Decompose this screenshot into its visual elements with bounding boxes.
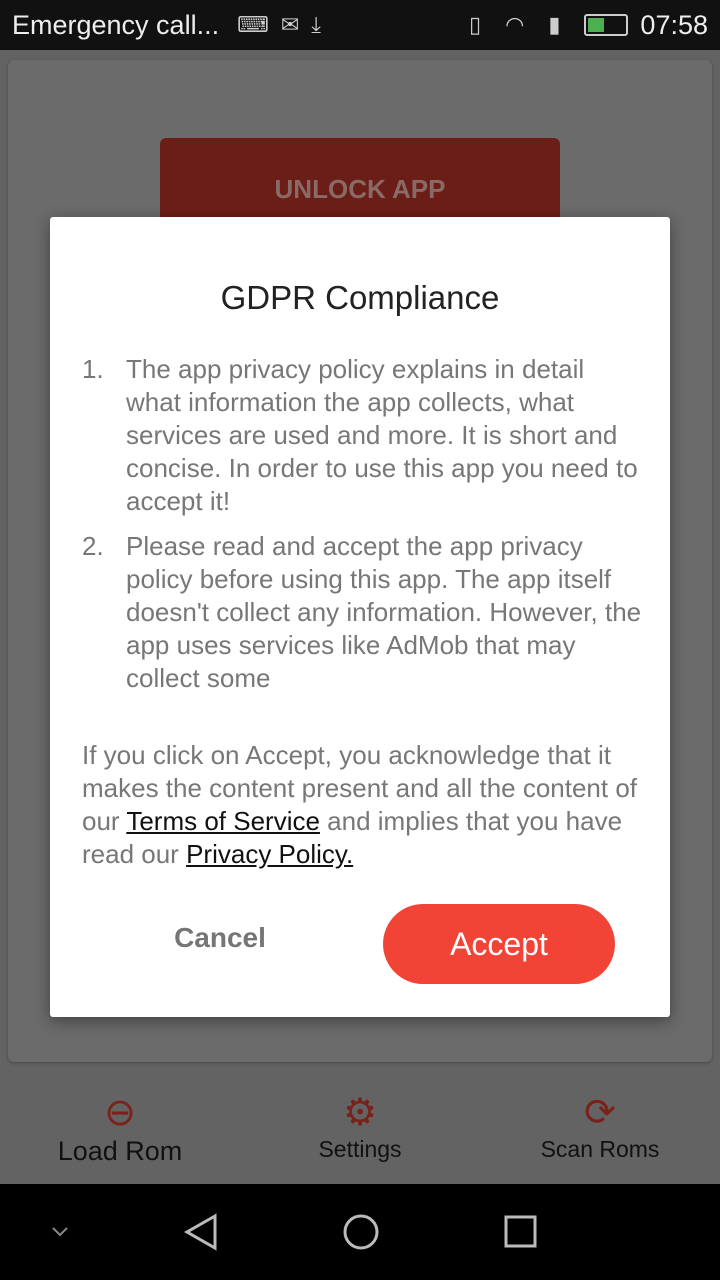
wifi-icon: ◠ <box>505 12 525 37</box>
keyboard-icon: ⌨ <box>237 12 269 37</box>
home-icon[interactable] <box>343 1214 379 1250</box>
status-bar: Emergency call... ⌨ ✉ ⤓ ▯ ◠ ▮ 07:58 <box>0 0 720 50</box>
gear-icon: ⚙ <box>342 1092 378 1134</box>
recents-icon[interactable] <box>504 1215 537 1248</box>
system-nav-bar <box>0 1184 720 1280</box>
download-icon: ⤓ <box>311 12 322 37</box>
mail-icon: ✉ <box>280 12 300 37</box>
item-number: 1. <box>82 354 104 384</box>
policy-list: 1. The app privacy policy explains in de… <box>82 353 642 707</box>
terms-of-service-link[interactable]: Terms of Service <box>126 806 320 836</box>
accept-button[interactable]: Accept <box>383 904 615 984</box>
item-number: 2. <box>82 531 104 561</box>
privacy-policy-link[interactable]: Privacy Policy. <box>186 839 353 869</box>
dialog-title: GDPR Compliance <box>220 279 500 316</box>
nav-settings[interactable]: ⚙ Settings <box>240 1070 480 1184</box>
nav-label: Scan Roms <box>540 1136 660 1162</box>
consent-text: If you click on Accept, you acknowledge … <box>82 739 642 871</box>
list-item: 1. The app privacy policy explains in de… <box>82 353 642 518</box>
vibrate-icon: ▯ <box>469 12 482 37</box>
nav-scan-roms[interactable]: ⟳ Scan Roms <box>480 1070 720 1184</box>
nav-label: Settings <box>318 1136 402 1162</box>
nav-load-rom[interactable]: ⊖ Load Rom <box>0 1070 240 1184</box>
refresh-icon: ⟳ <box>584 1092 616 1134</box>
back-icon[interactable] <box>183 1213 217 1251</box>
nav-label: Load Rom <box>57 1136 183 1166</box>
item-text: Please read and accept the app privacy p… <box>126 531 642 693</box>
sim-alert-icon: ▮ <box>548 12 561 37</box>
system-nav-icons <box>52 1213 537 1251</box>
chevron-down-icon[interactable] <box>52 1227 68 1237</box>
bottom-nav: ⊖ Load Rom ⚙ Settings ⟳ Scan Roms <box>0 1070 720 1184</box>
gdpr-dialog: GDPR Compliance 1. The app privacy polic… <box>50 217 670 1017</box>
cancel-button[interactable]: Cancel <box>160 922 280 954</box>
clock: 07:58 <box>640 9 708 40</box>
link-icon: ⊖ <box>104 1092 136 1134</box>
status-title: Emergency call... <box>12 9 220 40</box>
battery-charging-icon <box>584 14 629 36</box>
list-item: 2. Please read and accept the app privac… <box>82 530 642 695</box>
item-text: The app privacy policy explains in detai… <box>126 354 638 516</box>
